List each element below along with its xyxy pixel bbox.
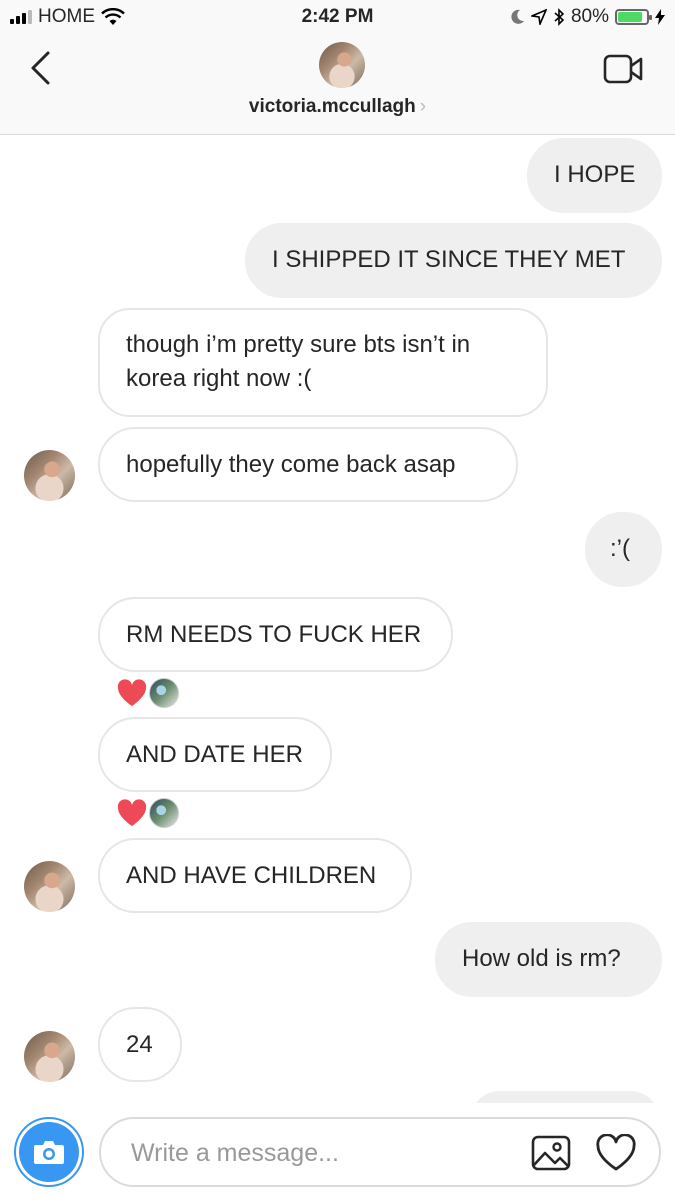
message-outgoing[interactable]: :’( (585, 512, 662, 587)
message-incoming[interactable]: 24 (98, 1007, 182, 1082)
sender-avatar[interactable] (24, 450, 75, 501)
message-input-box[interactable] (99, 1117, 661, 1187)
reactor-avatar (149, 798, 179, 828)
heart-icon[interactable] (595, 1134, 637, 1172)
battery-percent: 80% (570, 6, 609, 27)
status-right: 80% (511, 6, 665, 28)
heart-reaction-icon (117, 679, 147, 706)
image-icon[interactable] (531, 1135, 571, 1171)
sender-avatar[interactable] (24, 1031, 75, 1082)
message-incoming[interactable]: RM NEEDS TO FUCK HER (98, 597, 453, 672)
location-icon (530, 9, 547, 25)
heart-reaction-icon (117, 799, 147, 826)
message-text: 24 (126, 1031, 153, 1058)
battery-icon (615, 9, 652, 25)
message-reaction[interactable] (117, 798, 179, 828)
message-text: RM NEEDS TO FUCK HER (126, 621, 422, 648)
chat-username[interactable]: victoria.mccullagh › (0, 96, 675, 118)
camera-icon-bg (19, 1122, 79, 1182)
message-reaction[interactable] (117, 678, 179, 708)
message-incoming[interactable]: AND HAVE CHILDREN (98, 838, 412, 913)
message-outgoing[interactable]: How old is rm? (435, 922, 662, 997)
message-composer (0, 1103, 675, 1200)
charging-icon (655, 9, 665, 25)
bluetooth-icon (554, 8, 565, 26)
message-outgoing[interactable]: I HOPE (527, 138, 662, 213)
message-text: AND HAVE CHILDREN (126, 862, 377, 889)
message-text: hopefully they come back asap (126, 451, 456, 478)
message-text: AND DATE HER (126, 741, 303, 768)
message-incoming[interactable]: hopefully they come back asap (98, 427, 518, 502)
message-text: I HOPE (554, 161, 636, 188)
video-call-icon[interactable] (603, 52, 643, 86)
moon-icon (511, 9, 524, 24)
sender-avatar[interactable] (24, 861, 75, 912)
message-text: I SHIPPED IT SINCE THEY MET (272, 246, 626, 273)
username-chevron-icon: › (419, 96, 427, 117)
message-input[interactable] (129, 1133, 513, 1173)
camera-icon (34, 1141, 64, 1164)
message-incoming[interactable]: though i’m pretty sure bts isn’t in kore… (98, 308, 548, 417)
message-text: :’( (610, 535, 630, 562)
back-chevron-icon[interactable] (26, 50, 56, 86)
status-bar: HOME 2:42 PM 80% (0, 0, 675, 34)
message-text-line: korea right now :( (126, 365, 312, 392)
header-avatar[interactable] (319, 42, 365, 88)
message-text-line: though i’m pretty sure bts isn’t in (126, 331, 471, 358)
username-label: victoria.mccullagh (248, 96, 416, 117)
camera-button[interactable] (14, 1117, 84, 1187)
chat-header: victoria.mccullagh › (0, 34, 675, 135)
message-outgoing[interactable]: I SHIPPED IT SINCE THEY MET (245, 223, 662, 298)
message-text: How old is rm? (462, 945, 621, 972)
message-incoming[interactable]: AND DATE HER (98, 717, 332, 792)
reactor-avatar (149, 678, 179, 708)
